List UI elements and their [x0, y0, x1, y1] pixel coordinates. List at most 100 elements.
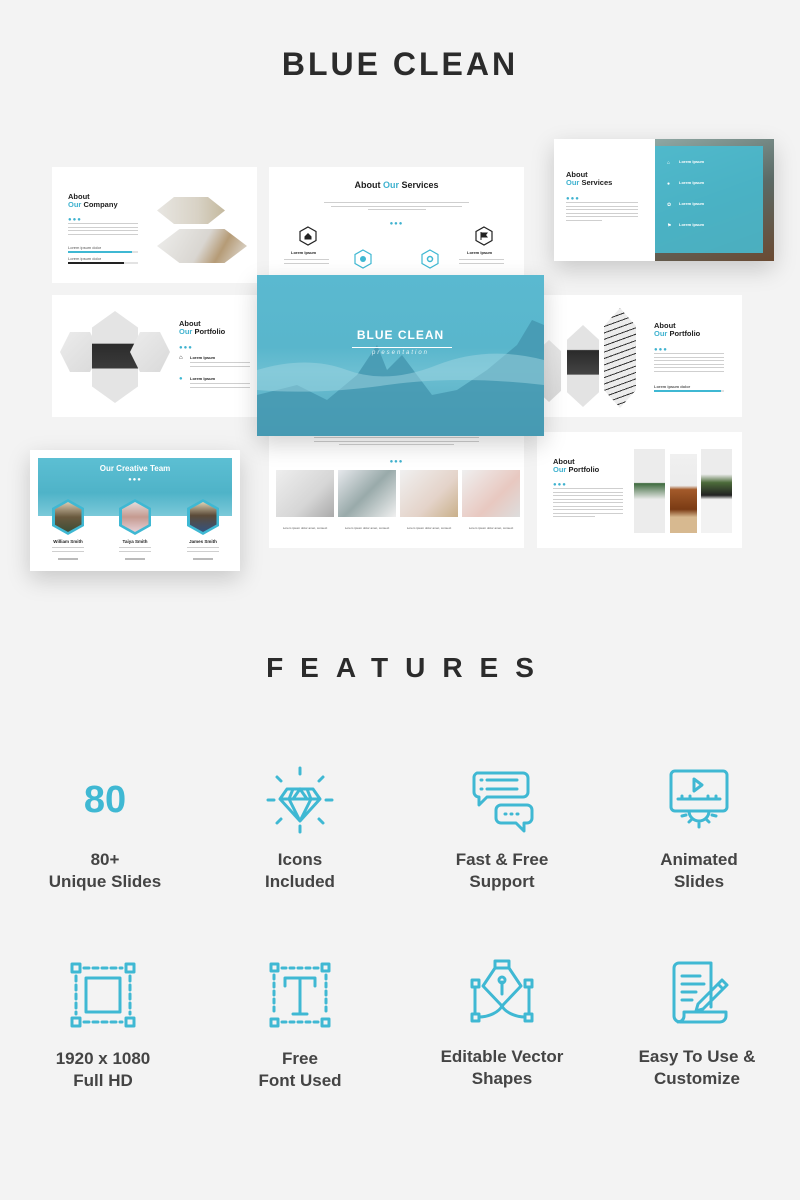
- slide-heading: About Our Portfolio: [179, 319, 225, 337]
- body-text: [190, 362, 250, 369]
- feature-label-line1: Icons: [277, 850, 323, 869]
- feature-label-line1: Editable Vector: [440, 1047, 564, 1066]
- photo-shoes: [400, 470, 458, 517]
- feature-label-line1: Fast & Free: [455, 850, 549, 869]
- page-title: BLUE CLEAN: [281, 46, 519, 82]
- slide-cover[interactable]: BLUE CLEAN presentation: [257, 275, 544, 436]
- photo-typewriter: [92, 311, 138, 403]
- flag-icon: ⚑: [667, 223, 672, 229]
- slide-about-portfolio[interactable]: About Our Portfolio ●●● ⌂ Lorem Ipsum ● …: [52, 295, 257, 417]
- item-label: Lorem Ipsum: [679, 201, 705, 206]
- bar-label: Lorem ipsum dolor: [68, 245, 102, 250]
- chat-bubbles-icon: [402, 765, 602, 835]
- body-text: [187, 547, 219, 554]
- feature-label-line1: Easy To Use &: [638, 1047, 756, 1066]
- photo-laptop: [276, 470, 334, 517]
- item-label: Lorem Ipsum: [291, 250, 317, 255]
- slide-about-services-photo[interactable]: About Our Services ●●● ⌂ Lorem Ipsum ● L…: [554, 139, 774, 261]
- member-name: James Smith: [189, 539, 217, 544]
- heading-pre: About: [354, 180, 381, 190]
- slide-team[interactable]: Our Creative Team ●●● William Smith Taiy…: [30, 450, 240, 571]
- caption: Lorem ipsum dolor amet, consect: [406, 526, 452, 530]
- document-edit-icon: [597, 958, 797, 1028]
- slide-about-company[interactable]: About Our Company ●●● Lorem ipsum dolor …: [52, 167, 257, 283]
- body-text: [119, 547, 151, 554]
- heading-rest: Portfolio: [568, 465, 600, 475]
- font-icon: [200, 960, 400, 1030]
- feature-animated-slides: Animated Slides: [599, 765, 799, 893]
- feature-label-line2: Customize: [654, 1069, 740, 1088]
- feature-label-line2: Font Used: [258, 1071, 342, 1090]
- slide-heading: About Our Portfolio: [654, 321, 701, 339]
- caption: Lorem ipsum dolor amet, consect: [344, 526, 390, 530]
- item-label: Lorem Ipsum: [679, 222, 705, 227]
- cover-underline: [352, 347, 452, 348]
- feature-free-font: Free Font Used: [200, 960, 400, 1092]
- photo-stairs: [157, 229, 247, 263]
- slide-heading: About Our Portfolio: [553, 457, 600, 475]
- slide-about-portfolio-3[interactable]: About Our Portfolio ●●●: [537, 432, 742, 548]
- slide-about-services[interactable]: About Our Services ●●● Lorem Ipsum Lorem…: [269, 167, 524, 275]
- photo-typewriter: [567, 325, 599, 407]
- progress-bar: [654, 390, 724, 392]
- slide-about-portfolio-2[interactable]: About Our Portfolio ●●● Lorem ipsum dolo…: [537, 295, 742, 417]
- feature-label-line1: Animated: [660, 850, 738, 869]
- feature-label-line2: Full HD: [73, 1071, 133, 1090]
- photo-decor: [462, 470, 520, 517]
- slide-heading: About Our Company: [68, 192, 118, 210]
- member-name: William Smith: [53, 539, 83, 544]
- body-text: [459, 259, 504, 266]
- heading-accent: Our: [179, 327, 193, 337]
- gear-icon: ✿: [667, 202, 672, 208]
- social-icons: [193, 558, 213, 563]
- body-text: [654, 353, 724, 374]
- heading-accent: Our: [382, 180, 399, 190]
- feature-easy-customize: Easy To Use & Customize: [597, 958, 797, 1090]
- slide-heading: About Our Services: [269, 180, 524, 191]
- photo-bonsai: [701, 449, 732, 533]
- dots-divider: ●●●: [128, 477, 142, 483]
- resolution-frame-icon: [3, 960, 203, 1030]
- body-text: [190, 383, 250, 390]
- diamond-icon: [200, 765, 400, 835]
- cover-subtitle: presentation: [371, 350, 430, 356]
- heading-rest: Portfolio: [669, 329, 701, 339]
- slide-gallery[interactable]: ●●● Lorem ipsum dolor amet, consect Lore…: [269, 432, 524, 548]
- dots-divider: ●●●: [389, 459, 404, 465]
- feature-support: Fast & Free Support: [402, 765, 602, 893]
- body-text: [284, 259, 329, 266]
- animated-slides-icon: [599, 765, 799, 835]
- body-text: [52, 547, 84, 554]
- feature-label-line1: 1920 x 1080: [55, 1049, 151, 1068]
- item-label: Lorem Ipsum: [679, 159, 705, 164]
- home-icon: ⌂: [179, 355, 183, 361]
- caption: Lorem ipsum dolor amet, consect: [468, 526, 514, 530]
- feature-label-line1: Free: [282, 1049, 318, 1068]
- item-label: Lorem Ipsum: [679, 180, 705, 185]
- photo-vase: [604, 308, 636, 408]
- heading-accent: Our: [68, 200, 82, 210]
- dots-divider: ●●●: [179, 345, 193, 351]
- heading-rest: Services: [581, 178, 613, 188]
- gear-icon: [421, 249, 439, 269]
- feature-label-line2: Unique Slides: [48, 872, 162, 891]
- feature-unique-slides: 80 80+ Unique Slides: [5, 765, 205, 893]
- heading-rest: Company: [83, 200, 118, 210]
- home-icon: ⌂: [667, 160, 671, 166]
- social-icons: [58, 558, 78, 563]
- member-name: Taiya Smith: [122, 539, 148, 544]
- item-label: Lorem Ipsum: [467, 250, 493, 255]
- heading-rest: Services: [401, 180, 439, 190]
- pen-tool-icon: [402, 958, 602, 1028]
- number-80: 80: [83, 778, 127, 821]
- photo-frame: [338, 470, 396, 517]
- photo-gallery-visitor: [670, 454, 697, 533]
- bar-label: Lorem ipsum dolor: [68, 256, 102, 261]
- body-text: [566, 202, 638, 223]
- feature-label-line2: Included: [265, 872, 335, 891]
- flag-icon: [475, 226, 493, 246]
- brush-icon: ●: [667, 181, 671, 187]
- body-text: [68, 223, 138, 237]
- feature-label-line2: Shapes: [471, 1069, 533, 1088]
- caption: Lorem ipsum dolor amet, consect: [282, 526, 328, 530]
